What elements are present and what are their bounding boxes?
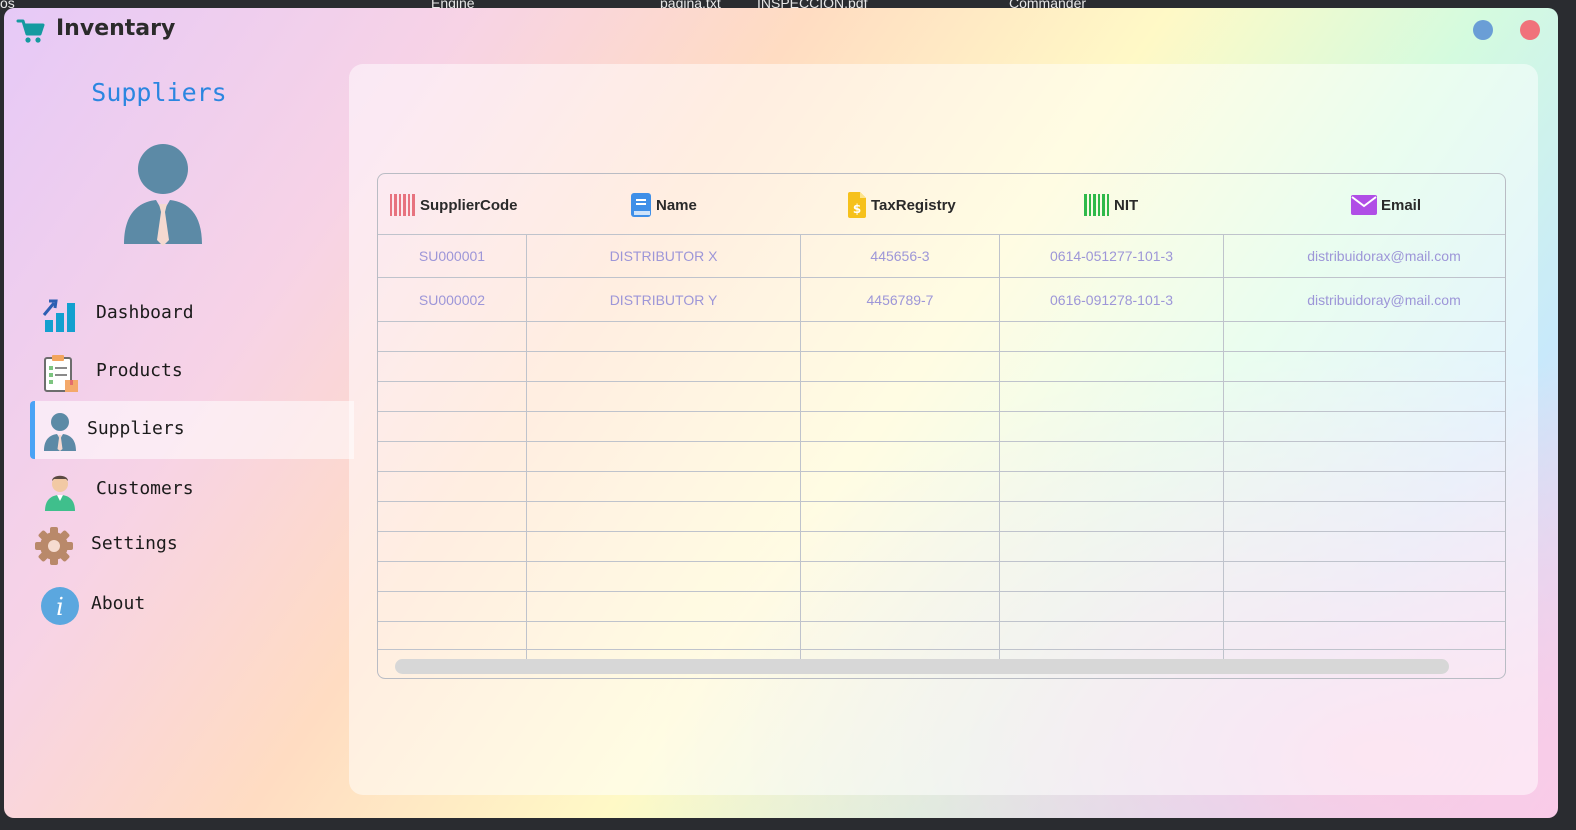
sidebar-item-about[interactable]: i About xyxy=(30,576,349,632)
table-row-empty[interactable] xyxy=(378,442,1505,472)
table-row-empty[interactable] xyxy=(378,472,1505,502)
window-title: Inventary xyxy=(56,16,176,41)
sidebar-item-label: Dashboard xyxy=(96,302,194,323)
column-header-label: TaxRegistry xyxy=(871,196,956,214)
table-row-empty[interactable] xyxy=(378,352,1505,382)
bar-chart-icon xyxy=(42,299,75,332)
suppliers-table[interactable]: SupplierCode Name $ TaxRegistry NIT Emai… xyxy=(377,173,1506,679)
clipboard-icon xyxy=(44,355,78,392)
app-window: Inventary Suppliers Dashboard Products S… xyxy=(4,8,1558,818)
sidebar-item-label: Suppliers xyxy=(87,418,185,439)
cell-name[interactable]: DISTRIBUTOR X xyxy=(527,235,800,277)
info-icon: i xyxy=(41,587,79,625)
table-row[interactable]: SU000002 DISTRIBUTOR Y 4456789-7 0616-09… xyxy=(378,278,1505,322)
cell-suppliercode[interactable]: SU000001 xyxy=(378,235,526,277)
supplier-avatar-icon xyxy=(124,144,202,246)
cell-nit[interactable]: 0616-091278-101-3 xyxy=(1000,278,1223,321)
svg-text:$: $ xyxy=(853,202,861,216)
sidebar: Suppliers Dashboard Products Suppliers C… xyxy=(4,58,354,818)
column-header-email[interactable]: Email xyxy=(1351,190,1421,220)
cell-email[interactable]: distribuidorax@mail.com xyxy=(1224,235,1505,277)
title-bar[interactable]: Inventary xyxy=(4,8,1558,58)
dollar-document-icon: $ xyxy=(848,192,866,218)
table-row-empty[interactable] xyxy=(378,622,1505,650)
table-row-empty[interactable] xyxy=(378,532,1505,562)
sidebar-item-products[interactable]: Products xyxy=(30,343,349,399)
column-divider xyxy=(800,234,801,660)
column-header-suppliercode[interactable]: SupplierCode xyxy=(390,190,518,220)
column-divider xyxy=(1223,234,1224,660)
barcode-icon xyxy=(390,194,415,216)
column-divider xyxy=(999,234,1000,660)
column-divider xyxy=(526,234,527,660)
svg-text:i: i xyxy=(56,593,64,621)
column-header-nit[interactable]: NIT xyxy=(1084,190,1138,220)
sidebar-item-label: About xyxy=(91,593,146,614)
barcode-icon xyxy=(1084,194,1109,216)
table-header: SupplierCode Name $ TaxRegistry NIT Emai… xyxy=(378,174,1505,235)
sidebar-item-customers[interactable]: Customers xyxy=(30,461,349,517)
sidebar-item-label: Customers xyxy=(96,478,194,499)
sidebar-item-dashboard[interactable]: Dashboard xyxy=(30,285,349,341)
horizontal-scrollbar[interactable] xyxy=(395,659,1449,674)
customer-icon xyxy=(45,475,75,511)
table-row-empty[interactable] xyxy=(378,592,1505,622)
column-header-name[interactable]: Name xyxy=(630,190,697,220)
column-header-label: NIT xyxy=(1114,196,1139,214)
column-header-taxregistry[interactable]: $ TaxRegistry xyxy=(847,190,956,220)
sidebar-title: Suppliers xyxy=(91,78,227,107)
sidebar-item-label: Products xyxy=(96,360,183,381)
sidebar-item-suppliers[interactable]: Suppliers xyxy=(30,401,354,459)
table-row-empty[interactable] xyxy=(378,322,1505,352)
envelope-icon xyxy=(1351,195,1377,215)
cell-nit[interactable]: 0614-051277-101-3 xyxy=(1000,235,1223,277)
cell-email[interactable]: distribuidoray@mail.com xyxy=(1224,278,1505,321)
column-header-label: Name xyxy=(656,196,697,214)
table-row-empty[interactable] xyxy=(378,412,1505,442)
column-header-label: Email xyxy=(1381,196,1422,214)
minimize-button[interactable] xyxy=(1473,20,1493,40)
table-row-empty[interactable] xyxy=(378,562,1505,592)
content-panel: SupplierCode Name $ TaxRegistry NIT Emai… xyxy=(349,64,1538,795)
table-row-empty[interactable] xyxy=(378,382,1505,412)
gear-icon xyxy=(35,527,73,565)
supplier-icon xyxy=(44,413,76,451)
cell-suppliercode[interactable]: SU000002 xyxy=(378,278,526,321)
sidebar-item-settings[interactable]: Settings xyxy=(30,516,349,572)
cell-taxregistry[interactable]: 4456789-7 xyxy=(801,278,999,321)
table-row[interactable]: SU000001 DISTRIBUTOR X 445656-3 0614-051… xyxy=(378,235,1505,278)
sidebar-item-label: Settings xyxy=(91,533,178,554)
cell-taxregistry[interactable]: 445656-3 xyxy=(801,235,999,277)
cell-name[interactable]: DISTRIBUTOR Y xyxy=(527,278,800,321)
table-row-empty[interactable] xyxy=(378,502,1505,532)
column-header-label: SupplierCode xyxy=(420,196,518,214)
shopping-cart-icon xyxy=(16,19,45,43)
close-button[interactable] xyxy=(1520,20,1540,40)
book-icon xyxy=(631,193,651,217)
